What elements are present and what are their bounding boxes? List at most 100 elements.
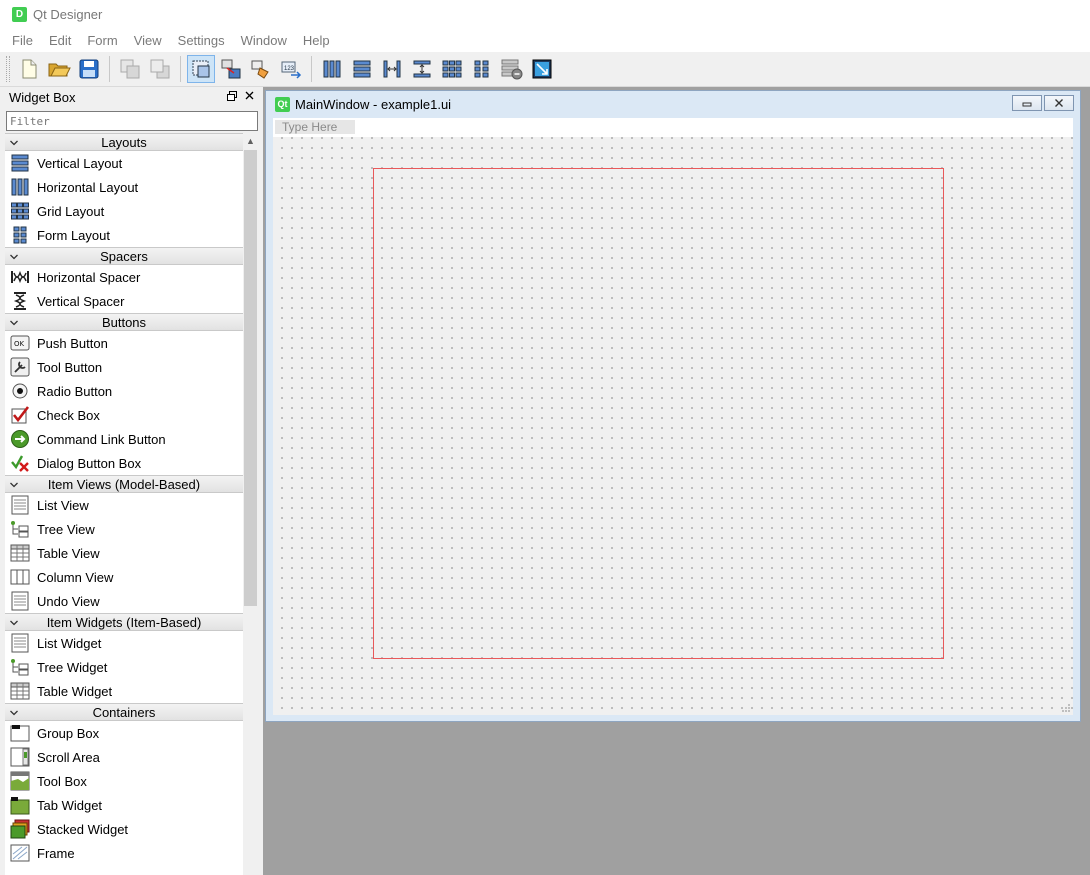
category-header[interactable]: Item Widgets (Item-Based) xyxy=(5,613,243,631)
widget-item[interactable]: Column View xyxy=(5,565,243,589)
widget-item[interactable]: Vertical Spacer xyxy=(5,289,243,313)
widget-box-scrollbar[interactable]: ▲ xyxy=(243,133,258,875)
group-box-icon xyxy=(10,723,30,743)
adjust-size-button[interactable] xyxy=(528,55,556,83)
float-dock-icon[interactable] xyxy=(227,90,237,104)
close-icon xyxy=(1055,99,1063,107)
menu-file[interactable]: File xyxy=(4,33,41,48)
widget-item-label: List Widget xyxy=(37,635,102,651)
chevron-down-icon[interactable] xyxy=(9,478,19,488)
close-dock-icon[interactable] xyxy=(245,91,254,104)
type-here-menu-placeholder[interactable]: Type Here xyxy=(275,120,355,134)
category-header[interactable]: Spacers xyxy=(5,247,243,265)
form-window-titlebar[interactable]: Qt MainWindow - example1.ui xyxy=(266,91,1080,117)
widget-item[interactable]: Frame xyxy=(5,841,243,865)
menu-window[interactable]: Window xyxy=(233,33,295,48)
splitter-horizontal-button[interactable] xyxy=(378,55,406,83)
size-grip-icon[interactable] xyxy=(1061,703,1071,713)
widget-item[interactable]: Stacked Widget xyxy=(5,817,243,841)
widget-item[interactable]: Tool Box xyxy=(5,769,243,793)
widget-item[interactable]: Scroll Area xyxy=(5,745,243,769)
edit-tab-order-button[interactable]: 123 xyxy=(277,55,305,83)
widget-item-label: Undo View xyxy=(37,593,100,609)
widget-item-label: Column View xyxy=(37,569,114,585)
toolbar-separator xyxy=(311,56,312,82)
bring-to-front-button[interactable] xyxy=(146,55,174,83)
category-header[interactable]: Layouts xyxy=(5,133,243,151)
category-header[interactable]: Containers xyxy=(5,703,243,721)
chevron-down-icon[interactable] xyxy=(9,136,19,146)
lay-out-vertically-button[interactable] xyxy=(348,55,376,83)
widget-item[interactable]: Radio Button xyxy=(5,379,243,403)
lay-out-horizontally-button[interactable] xyxy=(318,55,346,83)
widget-item[interactable]: Horizontal Spacer xyxy=(5,265,243,289)
widget-item[interactable]: Form Layout xyxy=(5,223,243,247)
send-to-back-button[interactable] xyxy=(116,55,144,83)
list-view-icon xyxy=(10,495,30,515)
widget-item[interactable]: Grid Layout xyxy=(5,199,243,223)
widget-item[interactable]: Undo View xyxy=(5,589,243,613)
menu-form[interactable]: Form xyxy=(79,33,125,48)
edit-widgets-button[interactable] xyxy=(187,55,215,83)
scrollbar-thumb[interactable] xyxy=(244,150,257,606)
widget-item[interactable]: Tree Widget xyxy=(5,655,243,679)
menu-edit[interactable]: Edit xyxy=(41,33,79,48)
widget-filter-input[interactable] xyxy=(6,111,258,131)
widget-item[interactable]: Tool Button xyxy=(5,355,243,379)
new-form-button[interactable] xyxy=(15,55,43,83)
lay-out-form-button[interactable] xyxy=(468,55,496,83)
widget-item-label: Tree Widget xyxy=(37,659,108,675)
form-window[interactable]: Qt MainWindow - example1.ui Type Here xyxy=(265,90,1081,722)
chevron-down-icon[interactable] xyxy=(9,706,19,716)
menu-help[interactable]: Help xyxy=(295,33,338,48)
widget-item[interactable]: Table View xyxy=(5,541,243,565)
widget-item[interactable]: Tree View xyxy=(5,517,243,541)
open-form-button[interactable] xyxy=(45,55,73,83)
minimize-button[interactable] xyxy=(1012,95,1042,111)
minimize-icon xyxy=(1022,102,1032,107)
table-view-icon xyxy=(10,543,30,563)
widget-item-label: Frame xyxy=(37,845,75,861)
widget-item[interactable]: Group Box xyxy=(5,721,243,745)
widget-item[interactable]: Vertical Layout xyxy=(5,151,243,175)
splitter-vertical-button[interactable] xyxy=(408,55,436,83)
tool-button-icon xyxy=(10,357,30,377)
category-header[interactable]: Item Views (Model-Based) xyxy=(5,475,243,493)
chevron-down-icon[interactable] xyxy=(9,316,19,326)
widget-item[interactable]: Dialog Button Box xyxy=(5,451,243,475)
widget-item[interactable]: Check Box xyxy=(5,403,243,427)
send-to-back-icon xyxy=(119,58,141,80)
form-menubar[interactable]: Type Here xyxy=(273,118,1073,137)
widget-item[interactable]: Command Link Button xyxy=(5,427,243,451)
horizontal-layout-icon xyxy=(10,177,30,197)
splitter-horizontal-icon xyxy=(381,58,403,80)
column-view-icon xyxy=(10,567,30,587)
edit-signals-slots-button[interactable] xyxy=(217,55,245,83)
svg-text:123: 123 xyxy=(284,66,295,72)
break-layout-button[interactable] xyxy=(498,55,526,83)
category-header[interactable]: Buttons xyxy=(5,313,243,331)
tab-widget-icon xyxy=(10,795,30,815)
widget-item[interactable]: OK Push Button xyxy=(5,331,243,355)
edit-buddies-button[interactable] xyxy=(247,55,275,83)
central-widget-outline[interactable] xyxy=(373,168,944,659)
category-label: Item Views (Model-Based) xyxy=(47,476,201,492)
menu-settings[interactable]: Settings xyxy=(170,33,233,48)
scroll-up-arrow-icon[interactable]: ▲ xyxy=(243,133,258,149)
widget-item[interactable]: List View xyxy=(5,493,243,517)
menu-view[interactable]: View xyxy=(126,33,170,48)
widget-item[interactable]: List Widget xyxy=(5,631,243,655)
lay-out-grid-button[interactable] xyxy=(438,55,466,83)
widget-item[interactable]: Table Widget xyxy=(5,679,243,703)
form-canvas[interactable] xyxy=(273,137,1073,715)
toolbar-grip[interactable] xyxy=(6,56,10,82)
vertical-spacer-icon xyxy=(10,291,30,311)
qt-designer-app-icon: D xyxy=(12,6,27,22)
save-form-button[interactable] xyxy=(75,55,103,83)
widget-item[interactable]: Horizontal Layout xyxy=(5,175,243,199)
close-button[interactable] xyxy=(1044,95,1074,111)
widget-item[interactable]: Tab Widget xyxy=(5,793,243,817)
chevron-down-icon[interactable] xyxy=(9,616,19,626)
widget-item-label: Dialog Button Box xyxy=(37,455,142,471)
chevron-down-icon[interactable] xyxy=(9,250,19,260)
